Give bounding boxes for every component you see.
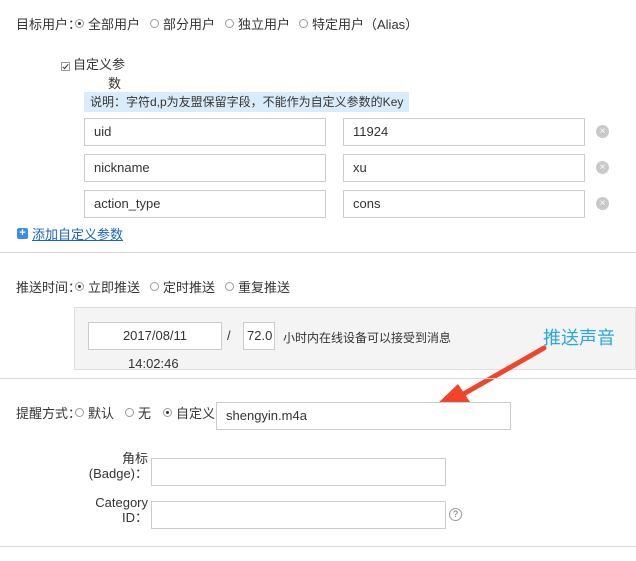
send-now-radio[interactable] <box>75 282 84 291</box>
send-option-label: 定时推送 <box>163 280 216 295</box>
add-param-label[interactable]: 添加自定义参数 <box>32 224 123 243</box>
reminder-option-custom[interactable]: 自定义 <box>163 403 215 422</box>
target-option-partial[interactable]: 部分用户 <box>150 14 215 33</box>
valid-hours-input[interactable]: 72.0 <box>243 322 275 350</box>
add-param-link[interactable]: + 添加自定义参数 <box>17 224 123 243</box>
reminder-option-label: 默认 <box>88 406 115 421</box>
separator: / <box>227 328 231 343</box>
send-repeat-radio[interactable] <box>225 282 234 291</box>
category-label-line1: Category <box>95 495 148 510</box>
clear-icon[interactable]: × <box>596 125 609 138</box>
target-partial-radio[interactable] <box>150 19 159 28</box>
reminder-option-label: 无 <box>138 406 152 421</box>
target-option-label: 全部用户 <box>88 17 141 32</box>
custom-params-label-line2: 数 <box>108 76 122 91</box>
send-option-label: 立即推送 <box>88 280 141 295</box>
reminder-none-radio[interactable] <box>125 408 134 417</box>
category-label-line2: ID： <box>121 510 148 525</box>
reminder-option-label: 自定义 <box>176 406 216 421</box>
category-id-input[interactable] <box>151 501 446 529</box>
badge-label-line2: (Badge)： <box>88 466 148 481</box>
time-text: 14:02:46 <box>128 356 179 371</box>
target-option-label: 特定用户（Alias） <box>312 17 419 32</box>
clear-icon[interactable]: × <box>596 197 609 210</box>
param-key-input[interactable]: nickname <box>84 154 326 182</box>
annotation-text: 推送声音 <box>543 328 615 348</box>
custom-params-note: 说明：字符d,p为友盟保留字段，不能作为自定义参数的Key <box>84 92 410 112</box>
target-all-radio[interactable] <box>75 19 84 28</box>
target-option-independent[interactable]: 独立用户 <box>225 14 290 33</box>
param-value-input[interactable]: cons <box>343 190 585 218</box>
help-icon[interactable]: ? <box>449 508 462 521</box>
badge-label-line1: 角标 <box>121 451 148 466</box>
send-option-scheduled[interactable]: 定时推送 <box>150 277 215 296</box>
divider <box>0 546 636 547</box>
clear-icon[interactable]: × <box>596 161 609 174</box>
param-value-input[interactable]: xu <box>343 154 585 182</box>
param-key-input[interactable]: action_type <box>84 190 326 218</box>
plus-icon: + <box>17 228 28 239</box>
param-key-input[interactable]: uid <box>84 118 326 146</box>
custom-params-label: 自定义参 数 <box>73 54 125 92</box>
category-label: Category ID： <box>88 495 148 525</box>
badge-label: 角标 (Badge)： <box>88 451 148 481</box>
sound-file-input[interactable]: shengyin.m4a <box>216 402 511 430</box>
send-time-label: 推送时间： <box>16 280 82 295</box>
custom-params-checkbox[interactable] <box>61 62 70 71</box>
reminder-option-none[interactable]: 无 <box>125 403 151 422</box>
target-option-all[interactable]: 全部用户 <box>75 14 140 33</box>
send-option-repeat[interactable]: 重复推送 <box>225 277 290 296</box>
divider <box>0 378 636 379</box>
target-option-label: 独立用户 <box>238 17 291 32</box>
target-option-label: 部分用户 <box>163 17 216 32</box>
custom-params-label-line1: 自定义参 <box>73 57 126 72</box>
target-alias-radio[interactable] <box>299 19 308 28</box>
date-input[interactable]: 2017/08/11 <box>88 322 222 350</box>
reminder-option-default[interactable]: 默认 <box>75 403 114 422</box>
send-scheduled-radio[interactable] <box>150 282 159 291</box>
badge-input[interactable] <box>151 458 446 486</box>
reminder-label: 提醒方式： <box>16 406 82 421</box>
send-option-now[interactable]: 立即推送 <box>75 277 140 296</box>
reminder-custom-radio[interactable] <box>163 408 172 417</box>
target-users-label: 目标用户： <box>16 17 82 32</box>
send-option-label: 重复推送 <box>238 280 291 295</box>
divider <box>0 252 636 253</box>
param-value-input[interactable]: 11924 <box>343 118 585 146</box>
target-independent-radio[interactable] <box>225 19 234 28</box>
reminder-default-radio[interactable] <box>75 408 84 417</box>
target-option-alias[interactable]: 特定用户（Alias） <box>299 14 418 33</box>
